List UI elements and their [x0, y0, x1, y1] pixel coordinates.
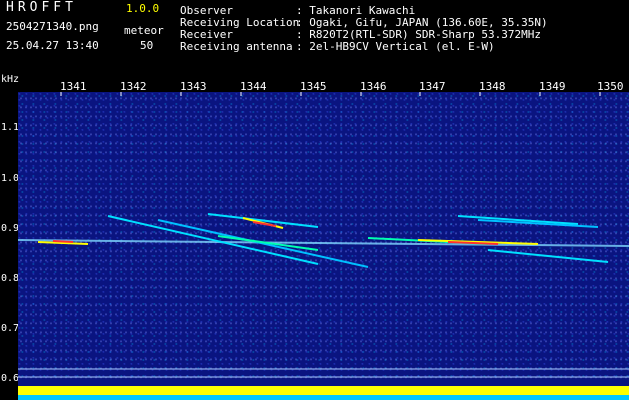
antenna-value: : 2el-HB9CV Vertical (el. E-W) [296, 40, 495, 53]
y-axis-unit: kHz [1, 74, 20, 85]
app-version: 1.0.0 [126, 2, 160, 15]
signal-level-gap [18, 380, 629, 386]
mode-label: meteor [124, 24, 164, 37]
observer-value: : Takanori Kawachi [296, 4, 416, 17]
meteor-trail [207, 213, 319, 228]
receiver-key: Receiver [180, 28, 233, 41]
y-tick: 1.0 [1, 173, 20, 184]
y-tick: 1.1 [1, 122, 20, 133]
frequency-axis: 1.1 1.0 0.9 0.8 0.7 0.6 [0, 92, 20, 400]
file-name: 2504271340.png [6, 20, 99, 33]
location-value: : Ogaki, Gifu, JAPAN (136.60E, 35.35N) [296, 16, 548, 29]
y-tick: 0.7 [1, 323, 20, 334]
y-tick: 0.8 [1, 273, 20, 284]
meteor-trail [52, 240, 74, 243]
minute-tick-marks [60, 92, 601, 96]
signal-level-bar [18, 380, 629, 400]
receiver-value: : R820T2(RTL-SDR) SDR-Sharp 53.372MHz [296, 28, 542, 41]
location-key: Receiving Location [180, 16, 300, 29]
meteor-trail [487, 249, 609, 263]
timestamp: 25.04.27 13:40 [6, 39, 99, 52]
y-tick: 0.6 [1, 373, 20, 384]
signal-level-base [18, 395, 629, 400]
y-tick: 0.9 [1, 223, 20, 234]
reference-lines [18, 368, 629, 378]
antenna-key: Receiving antenna [180, 40, 293, 53]
observer-key: Observer [180, 4, 233, 17]
mode-count: 50 [140, 39, 154, 52]
spectrogram [18, 92, 629, 378]
app-title: HROFFT [6, 0, 77, 15]
